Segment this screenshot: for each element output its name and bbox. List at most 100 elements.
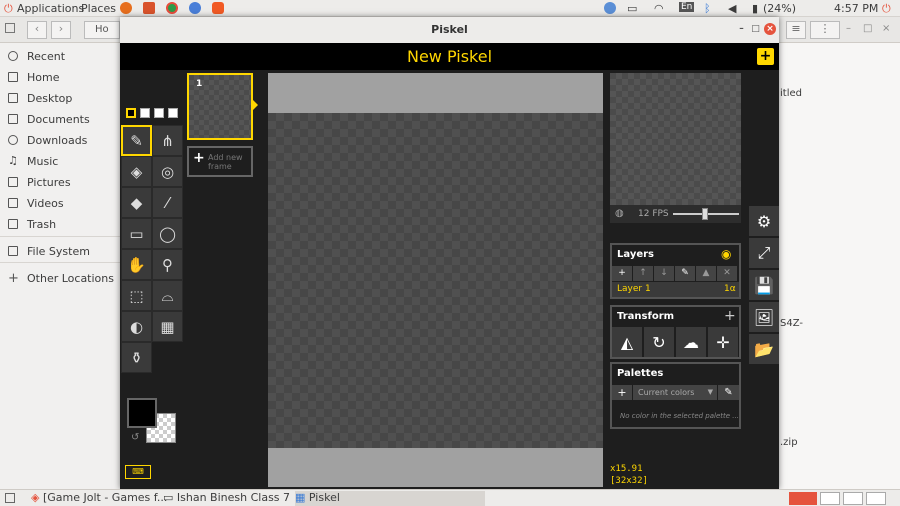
fps-slider[interactable] (673, 208, 739, 220)
web-icon[interactable] (604, 2, 616, 14)
move-tool[interactable]: ✋ (121, 249, 152, 280)
layer-opacity[interactable]: 1α (724, 284, 736, 294)
plus-icon[interactable]: + (724, 308, 736, 324)
workspace-1[interactable] (789, 492, 817, 505)
vertical-mirror-tool[interactable]: ⋔ (152, 125, 183, 156)
clone-button[interactable]: ☁ (676, 327, 706, 357)
places-menu[interactable]: Places (81, 2, 116, 15)
primary-color-swatch[interactable] (127, 398, 157, 428)
forward-button[interactable]: › (51, 21, 71, 39)
rename-layer-button[interactable]: ✎ (675, 266, 695, 281)
minimize-icon[interactable]: – (736, 24, 747, 35)
rectangle-tool[interactable]: ▭ (121, 218, 152, 249)
task-game-jolt[interactable]: ◈ [Game Jolt - Games f... (31, 491, 167, 506)
file-label[interactable]: itled (780, 88, 802, 99)
pen-size-1[interactable] (126, 108, 136, 118)
minimize-icon[interactable]: – (846, 23, 851, 34)
applications-menu[interactable]: Applications (17, 2, 84, 15)
path-bar[interactable]: Ho (84, 21, 120, 39)
import-button[interactable]: 📂 (749, 334, 779, 364)
workspace-4[interactable] (866, 492, 886, 505)
sidebar-item-filesystem[interactable]: File System (8, 242, 90, 260)
new-piskel-button[interactable]: + (757, 48, 774, 65)
fps-slider-handle[interactable] (702, 208, 708, 220)
keyboard-shortcuts-icon[interactable]: ⌨ (125, 465, 151, 479)
battery-icon[interactable]: ▮ (752, 2, 758, 15)
sidebar-item-documents[interactable]: Documents (8, 110, 90, 128)
move-layer-down-button[interactable]: ↓ (654, 266, 674, 281)
sidebar-item-downloads[interactable]: Downloads (8, 131, 87, 149)
show-desktop-icon[interactable] (5, 493, 15, 503)
sidebar-item-music[interactable]: ♫ Music (8, 152, 58, 170)
home-path[interactable]: Ho (95, 24, 109, 35)
pen-size-3[interactable] (154, 108, 164, 118)
maximize-icon[interactable]: □ (750, 24, 761, 35)
add-palette-button[interactable]: + (612, 385, 632, 400)
sidebar-item-other-locations[interactable]: + Other Locations (8, 269, 114, 287)
frame-thumbnail[interactable]: 1 (187, 73, 253, 140)
paint-bucket-tool[interactable]: ◈ (121, 156, 152, 187)
sidebar-item-videos[interactable]: Videos (8, 194, 64, 212)
view-options-button[interactable]: ⋮ (810, 21, 840, 39)
save-button[interactable]: 💾 (749, 270, 779, 300)
eye-icon[interactable]: ◉ (721, 247, 731, 261)
brave-icon[interactable] (212, 2, 224, 14)
keyboard-layout[interactable]: En (679, 2, 695, 12)
delete-layer-button[interactable]: ✕ (717, 266, 737, 281)
rotate-button[interactable]: ↻ (644, 327, 674, 357)
screen-icon[interactable]: ▭ (627, 2, 637, 15)
file-label[interactable]: S4Z- (780, 318, 803, 329)
applications-icon[interactable]: ⏻ (4, 2, 13, 16)
onion-skin-icon[interactable]: ◍ (615, 208, 624, 219)
lighten-tool[interactable]: ◐ (121, 311, 152, 342)
firefox-icon[interactable] (120, 2, 132, 14)
office-icon[interactable] (143, 2, 155, 14)
align-button[interactable]: ✛ (708, 327, 738, 357)
sidebar-item-desktop[interactable]: Desktop (8, 89, 72, 107)
paint-same-color-tool[interactable]: ◎ (152, 156, 183, 187)
window-titlebar[interactable]: Piskel – □ × (120, 17, 779, 43)
lasso-selection-tool[interactable]: ⌓ (152, 280, 183, 311)
circle-tool[interactable]: ◯ (152, 218, 183, 249)
close-icon[interactable]: × (764, 23, 776, 35)
pen-size-4[interactable] (168, 108, 178, 118)
sidebar-item-home[interactable]: Home (8, 68, 59, 86)
sidebar-item-pictures[interactable]: Pictures (8, 173, 71, 191)
volume-icon[interactable]: ◀ (728, 2, 736, 15)
settings-button[interactable]: ⚙ (749, 206, 779, 236)
drawing-area[interactable] (268, 73, 603, 487)
merge-layer-button[interactable]: ▲ (696, 266, 716, 281)
sidebar-item-recent[interactable]: Recent (8, 47, 65, 65)
close-icon[interactable]: × (882, 23, 890, 34)
back-button[interactable]: ‹ (27, 21, 47, 39)
palette-select[interactable]: Current colors ▼ (633, 385, 717, 400)
resize-button[interactable]: ⤢ (749, 238, 779, 268)
wifi-icon[interactable]: ◠ (654, 2, 664, 15)
task-piskel[interactable]: ▦ Piskel (295, 491, 485, 506)
export-button[interactable]: 🖼 (749, 302, 779, 332)
bluetooth-icon[interactable]: ᛒ (704, 2, 711, 15)
swap-colors-icon[interactable]: ↺ (131, 432, 139, 443)
dithering-tool[interactable]: ▦ (152, 311, 183, 342)
pen-size-2[interactable] (140, 108, 150, 118)
flip-button[interactable]: ◭ (612, 327, 642, 357)
piskel-title[interactable]: New Piskel (120, 43, 779, 70)
move-layer-up-button[interactable]: ↑ (633, 266, 653, 281)
add-layer-button[interactable]: + (612, 266, 632, 281)
workspace-2[interactable] (820, 492, 840, 505)
file-label[interactable]: .zip (780, 437, 798, 448)
pen-tool[interactable]: ✎ (121, 125, 152, 156)
sidebar-item-trash[interactable]: Trash (8, 215, 56, 233)
clock[interactable]: 4:57 PM (834, 2, 878, 15)
rectangle-selection-tool[interactable]: ⬚ (121, 280, 152, 311)
add-frame-button[interactable]: + Add new frame (187, 146, 253, 177)
chromium-icon[interactable] (189, 2, 201, 14)
animation-preview[interactable] (610, 73, 741, 205)
task-file-manager[interactable]: ▭ Ishan Binesh Class 7 (163, 491, 293, 506)
drawing-canvas[interactable] (268, 113, 603, 448)
stroke-tool[interactable]: ⁄ (152, 187, 183, 218)
maximize-icon[interactable]: □ (863, 23, 872, 34)
layer-row[interactable]: Layer 1 1α (612, 282, 739, 297)
workspace-3[interactable] (843, 492, 863, 505)
chrome-icon[interactable] (166, 2, 178, 14)
